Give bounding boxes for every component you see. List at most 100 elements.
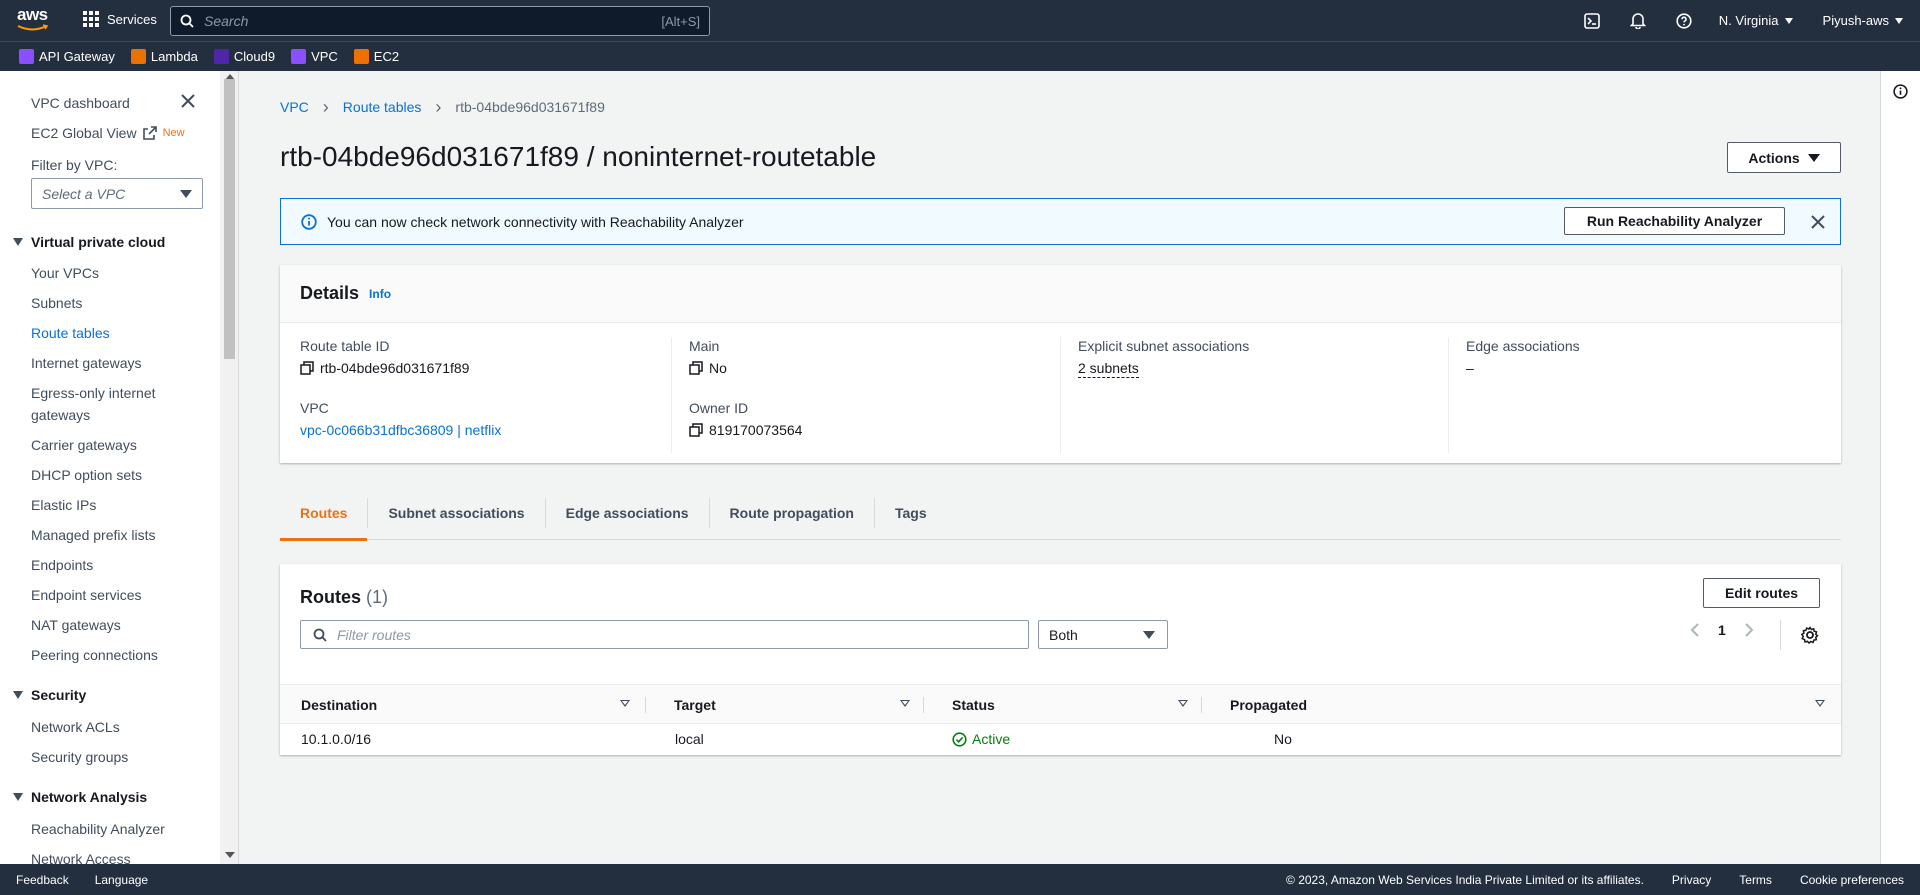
tab-route-propagation[interactable]: Route propagation bbox=[710, 486, 874, 540]
nav-section-title: Security bbox=[31, 687, 87, 703]
scrollbar-thumb[interactable] bbox=[224, 79, 235, 359]
column-target[interactable]: Target bbox=[674, 685, 716, 725]
chevron-right-icon[interactable] bbox=[1744, 623, 1754, 637]
nav-vpc-dashboard[interactable]: VPC dashboard bbox=[31, 94, 130, 112]
gear-icon[interactable] bbox=[1801, 626, 1819, 644]
info-icon[interactable] bbox=[1893, 84, 1908, 99]
region-selector[interactable]: N. Virginia bbox=[1707, 13, 1811, 28]
cloudshell-button[interactable] bbox=[1569, 0, 1615, 41]
nav-security-groups[interactable]: Security groups bbox=[31, 748, 128, 766]
nav-elastic-ips[interactable]: Elastic IPs bbox=[31, 496, 96, 514]
nav-carrier-gateways[interactable]: Carrier gateways bbox=[31, 436, 137, 454]
run-reachability-analyzer-button[interactable]: Run Reachability Analyzer bbox=[1564, 207, 1785, 235]
notifications-button[interactable] bbox=[1615, 0, 1661, 41]
terms-link[interactable]: Terms bbox=[1739, 873, 1772, 887]
nav-endpoint-services[interactable]: Endpoint services bbox=[31, 586, 142, 604]
column-propagated[interactable]: Propagated bbox=[1230, 685, 1307, 725]
nav-internet-gateways[interactable]: Internet gateways bbox=[31, 354, 142, 372]
vpc-filter-select[interactable]: Select a VPC bbox=[31, 178, 203, 209]
route-table-id-label: Route table ID bbox=[300, 338, 390, 354]
status-text: Active bbox=[972, 731, 1011, 747]
filter-routes[interactable] bbox=[300, 620, 1029, 649]
nav-your-vpcs[interactable]: Your VPCs bbox=[31, 264, 99, 282]
cookie-preferences-link[interactable]: Cookie preferences bbox=[1800, 873, 1904, 887]
copy-icon[interactable] bbox=[300, 361, 314, 375]
main-value: No bbox=[689, 359, 802, 377]
nav-endpoints[interactable]: Endpoints bbox=[31, 556, 93, 574]
sidebar-scrollbar[interactable] bbox=[220, 71, 239, 864]
column-status[interactable]: Status bbox=[952, 685, 995, 725]
column-divider bbox=[1201, 697, 1202, 713]
route-table-id-value: rtb-04bde96d031671f89 bbox=[300, 359, 501, 377]
nav-ec2-global-view[interactable]: EC2 Global View New bbox=[31, 124, 185, 142]
status-success-icon bbox=[952, 731, 967, 747]
favorite-vpc[interactable]: VPC bbox=[291, 49, 338, 64]
caret-down-icon bbox=[1807, 153, 1820, 162]
route-type-select[interactable]: Both bbox=[1038, 620, 1168, 649]
chevron-right-icon: › bbox=[435, 97, 442, 117]
breadcrumb-route-tables[interactable]: Route tables bbox=[343, 99, 422, 115]
info-link[interactable]: Info bbox=[369, 287, 391, 301]
feedback-link[interactable]: Feedback bbox=[16, 873, 69, 887]
explicit-subnet-associations-text[interactable]: 2 subnets bbox=[1078, 359, 1139, 378]
vpc-link[interactable]: vpc-0c066b31dfbc36809 | netflix bbox=[300, 421, 501, 439]
nav-network-access[interactable]: Network Access bbox=[31, 850, 131, 864]
favorite-cloud9[interactable]: Cloud9 bbox=[213, 49, 275, 64]
sort-icon[interactable] bbox=[620, 700, 630, 707]
column-destination[interactable]: Destination bbox=[301, 685, 377, 725]
nav-egress-only-internet-gateways[interactable]: Egress-only internet gateways bbox=[31, 384, 156, 424]
nav-network-acls[interactable]: Network ACLs bbox=[31, 718, 120, 736]
copy-icon[interactable] bbox=[689, 423, 703, 437]
caret-down-icon bbox=[13, 691, 23, 699]
privacy-link[interactable]: Privacy bbox=[1672, 873, 1711, 887]
chevron-left-icon[interactable] bbox=[1690, 623, 1700, 637]
nav-section-network-analysis[interactable]: Network Analysis bbox=[13, 789, 147, 805]
help-button[interactable] bbox=[1661, 0, 1707, 41]
tab-tags[interactable]: Tags bbox=[875, 486, 947, 540]
copy-icon[interactable] bbox=[689, 361, 703, 375]
breadcrumb: VPC › Route tables › rtb-04bde96d031671f… bbox=[280, 97, 605, 117]
nav-nat-gateways[interactable]: NAT gateways bbox=[31, 616, 121, 634]
nav-section-virtual-private-cloud[interactable]: Virtual private cloud bbox=[13, 234, 165, 250]
nav-managed-prefix-lists[interactable]: Managed prefix lists bbox=[31, 526, 156, 544]
tab-routes[interactable]: Routes bbox=[280, 486, 368, 541]
details-col-2: Main No Owner ID 819170073564 bbox=[689, 337, 802, 439]
account-menu[interactable]: Piyush-aws bbox=[1811, 13, 1920, 28]
favorite-ec2[interactable]: EC2 bbox=[353, 49, 399, 64]
sort-icon[interactable] bbox=[1178, 700, 1188, 707]
nav-peering-connections[interactable]: Peering connections bbox=[31, 646, 158, 664]
routes-heading: Routes (1) bbox=[300, 587, 388, 608]
cloud9-icon bbox=[213, 49, 229, 64]
cloudshell-icon bbox=[1583, 12, 1600, 29]
api-gateway-icon bbox=[19, 49, 34, 64]
main-content: VPC › Route tables › rtb-04bde96d031671f… bbox=[240, 71, 1880, 864]
filter-routes-input[interactable] bbox=[337, 626, 519, 643]
nav-subnets[interactable]: Subnets bbox=[31, 294, 82, 312]
nav-dhcp-option-sets[interactable]: DHCP option sets bbox=[31, 466, 142, 484]
ec2-icon bbox=[353, 49, 369, 64]
edit-routes-button[interactable]: Edit routes bbox=[1703, 578, 1820, 608]
tab-edge-associations[interactable]: Edge associations bbox=[546, 486, 709, 540]
explicit-subnet-associations-value[interactable]: 2 subnets bbox=[1078, 359, 1249, 378]
language-link[interactable]: Language bbox=[95, 873, 148, 887]
scroll-down-arrow[interactable] bbox=[225, 852, 235, 858]
breadcrumb-vpc[interactable]: VPC bbox=[280, 99, 309, 115]
sort-icon[interactable] bbox=[900, 700, 910, 707]
sort-icon[interactable] bbox=[1815, 700, 1825, 707]
search-input[interactable] bbox=[204, 13, 662, 29]
favorite-lambda[interactable]: Lambda bbox=[130, 49, 198, 64]
aws-logo[interactable]: aws bbox=[17, 6, 51, 34]
tab-bar: Routes Subnet associations Edge associat… bbox=[280, 486, 1841, 541]
nav-reachability-analyzer[interactable]: Reachability Analyzer bbox=[31, 820, 165, 838]
global-search[interactable]: [Alt+S] bbox=[170, 6, 710, 36]
actions-button[interactable]: Actions bbox=[1727, 142, 1841, 173]
tab-subnet-associations[interactable]: Subnet associations bbox=[368, 486, 544, 540]
nav-route-tables[interactable]: Route tables bbox=[31, 324, 110, 342]
current-page[interactable]: 1 bbox=[1718, 622, 1726, 638]
close-icon[interactable] bbox=[181, 94, 195, 108]
close-icon[interactable] bbox=[1811, 215, 1825, 229]
services-menu-button[interactable]: Services bbox=[83, 11, 157, 27]
nav-section-security[interactable]: Security bbox=[13, 687, 86, 703]
favorite-api-gateway[interactable]: API Gateway bbox=[19, 49, 115, 64]
column-divider bbox=[671, 337, 672, 453]
